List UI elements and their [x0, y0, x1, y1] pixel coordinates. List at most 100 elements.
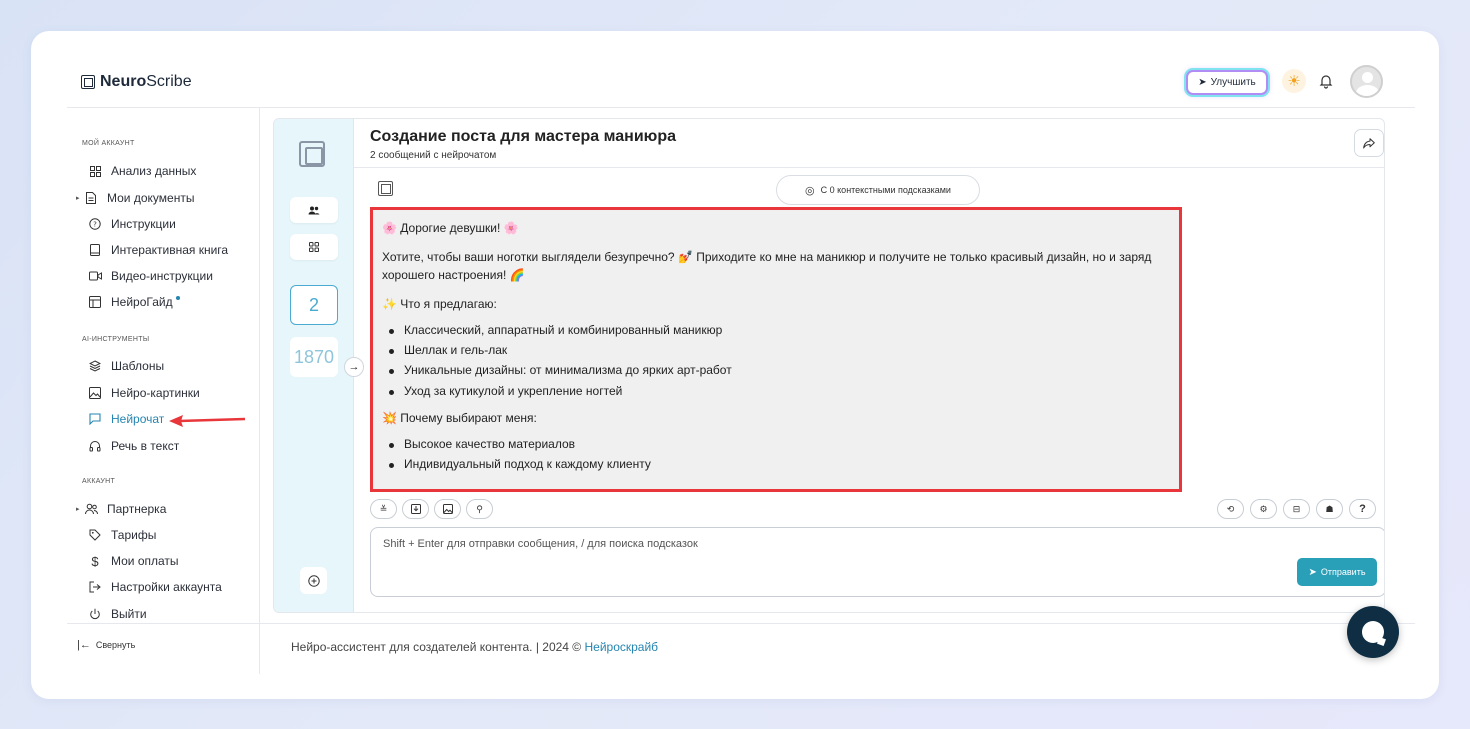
sidebar-item-interactive-book[interactable]: Интерактивная книга [80, 240, 228, 260]
sidebar-item-label: Речь в текст [111, 439, 180, 453]
support-chat-button[interactable] [1347, 606, 1399, 658]
message-input-container: ➤ Отправить [370, 527, 1384, 597]
svg-text:?: ? [93, 221, 97, 229]
sidebar-item-data-analysis[interactable]: Анализ данных [80, 161, 196, 181]
sidebar-item-speech-to-text[interactable]: Речь в текст [80, 436, 179, 456]
header-divider [67, 107, 1415, 108]
assistant-logo-icon [378, 181, 393, 196]
logo-icon [81, 75, 95, 89]
archive-icon[interactable]: ⊟ [1283, 499, 1310, 519]
sidebar-item-label: Мои оплаты [111, 554, 179, 568]
sidebar-item-my-payments[interactable]: $ Мои оплаты [80, 551, 179, 571]
sidebar-item-tariffs[interactable]: Тарифы [80, 525, 156, 545]
sidebar-item-label: Выйти [111, 607, 147, 621]
plugin-icon[interactable]: ⟲ [1217, 499, 1244, 519]
rocket-icon: ➤ [1198, 77, 1207, 88]
brand-name-light: Scribe [146, 73, 192, 90]
chat-side-strip: 2 1870 [274, 119, 354, 612]
brand-name-bold: Neuro [100, 73, 147, 90]
document-icon [84, 191, 98, 205]
sidebar-item-label: Нейрочат [111, 412, 165, 426]
message-why-title: 💥 Почему выбирают меня: [382, 411, 537, 426]
grid-icon [88, 164, 102, 178]
sidebar-item-account-settings[interactable]: Настройки аккаунта [80, 577, 222, 597]
sidebar-item-video-instructions[interactable]: Видео-инструкции [80, 266, 213, 286]
download-icon[interactable] [402, 499, 429, 519]
settings-icon[interactable]: ⚙ [1250, 499, 1277, 519]
image-icon [88, 386, 102, 400]
list-item: Уход за кутикулой и укрепление ногтей [382, 383, 1179, 400]
chat-panel: 2 1870 → Создание поста для мастера мани… [273, 118, 1385, 613]
reasons-list: Высокое качество материалов Индивидуальн… [382, 436, 1179, 474]
title-divider [354, 167, 1384, 168]
expand-arrow-icon[interactable]: → [344, 357, 364, 377]
caret-right-icon: ▸ [76, 506, 80, 513]
chat-bubble-icon [1362, 621, 1384, 643]
message-intro: Хотите, чтобы ваши ноготки выглядели без… [382, 250, 1152, 282]
list-item: Классический, аппаратный и комбинированн… [382, 322, 1179, 339]
send-button[interactable]: ➤ Отправить [1297, 558, 1377, 586]
neuroscribe-logo-icon [299, 141, 325, 167]
sidebar-item-logout[interactable]: Выйти [80, 604, 147, 624]
grid-view-button[interactable] [290, 234, 338, 260]
bell-icon[interactable] [1315, 70, 1337, 92]
sidebar-item-label: Интерактивная книга [111, 243, 229, 257]
input-toolbar-left: ≚ ⚲ [370, 499, 493, 519]
layers-icon [88, 359, 102, 373]
sidebar-item-instructions[interactable]: ? Инструкции [80, 214, 176, 234]
context-hints-button[interactable]: ◎ С 0 контекстными подсказками [776, 175, 980, 205]
help-circle-icon: ? [88, 217, 102, 231]
sidebar-item-my-documents[interactable]: ▸ Мои документы [76, 188, 194, 208]
app-window: NeuroScribe ➤ Улучшить ☀ МОЙ АККАУНТ Ана… [31, 31, 1439, 699]
sidebar-item-partners[interactable]: ▸ Партнерка [76, 499, 166, 519]
sidebar-item-neuroguide[interactable]: НейроГайд [80, 292, 180, 312]
share-icon [1363, 137, 1375, 148]
chat-title: Создание поста для мастера маниюра [370, 128, 677, 145]
footer-link[interactable]: Нейроскрайб [584, 640, 658, 654]
collapse-sidebar-button[interactable]: |← Свернуть [77, 639, 135, 651]
message-offer-title: ✨ Что я предлагаю: [382, 297, 497, 312]
users-button[interactable] [290, 197, 338, 223]
theme-toggle-sun-icon[interactable]: ☀ [1282, 69, 1306, 93]
sidebar-item-templates[interactable]: Шаблоны [80, 356, 164, 376]
add-chat-button[interactable] [300, 567, 327, 594]
footer: Нейро-ассистент для создателей контента.… [291, 640, 658, 654]
share-button[interactable] [1354, 129, 1384, 157]
collapse-label: Свернуть [95, 640, 136, 650]
upgrade-button[interactable]: ➤ Улучшить [1186, 70, 1268, 95]
input-toolbar-right: ⟲ ⚙ ⊟ ☗ ? [1217, 499, 1376, 519]
avatar[interactable] [1350, 65, 1383, 98]
magic-wand-icon[interactable]: ⚲ [466, 499, 493, 519]
message-input[interactable] [383, 538, 1283, 578]
red-pointer-arrow-icon [169, 415, 246, 427]
brand-logo[interactable]: NeuroScribe [81, 73, 192, 91]
sidebar-item-neuro-images[interactable]: Нейро-картинки [80, 383, 200, 403]
collapse-icon: |← [77, 639, 91, 651]
image-upload-icon[interactable] [434, 499, 461, 519]
hints-label: С 0 контекстными подсказками [820, 185, 951, 195]
sidebar-divider [259, 108, 260, 674]
list-item: Высокое качество материалов [382, 436, 1179, 453]
sidebar-item-label: Мои документы [107, 191, 195, 205]
footer-divider [67, 623, 1415, 624]
users-icon [84, 502, 98, 516]
offer-list: Классический, аппаратный и комбинированн… [382, 322, 1179, 401]
users-icon [308, 206, 320, 214]
chat-subtitle: 2 сообщений с нейрочатом [370, 150, 497, 161]
collapse-chevrons-icon[interactable]: ≚ [370, 499, 397, 519]
token-count: 1870 [290, 337, 338, 377]
help-button[interactable]: ? [1349, 499, 1376, 519]
new-badge-dot [175, 296, 180, 300]
chat-icon [88, 412, 102, 426]
robot-icon[interactable]: ☗ [1316, 499, 1343, 519]
section-title-ai-tools: AI-ИНСТРУМЕНТЫ [82, 336, 150, 343]
send-label: Отправить [1320, 567, 1366, 577]
sidebar-item-neurochat[interactable]: Нейрочат [80, 409, 164, 429]
sidebar-item-label: Анализ данных [111, 164, 197, 178]
power-icon [88, 607, 102, 621]
dollar-icon: $ [91, 553, 99, 569]
sidebar-item-label: Партнерка [107, 502, 167, 516]
sidebar-item-label: НейроГайд [111, 295, 173, 309]
tag-icon [88, 528, 102, 542]
footer-text: Нейро-ассистент для создателей контента.… [291, 640, 585, 654]
